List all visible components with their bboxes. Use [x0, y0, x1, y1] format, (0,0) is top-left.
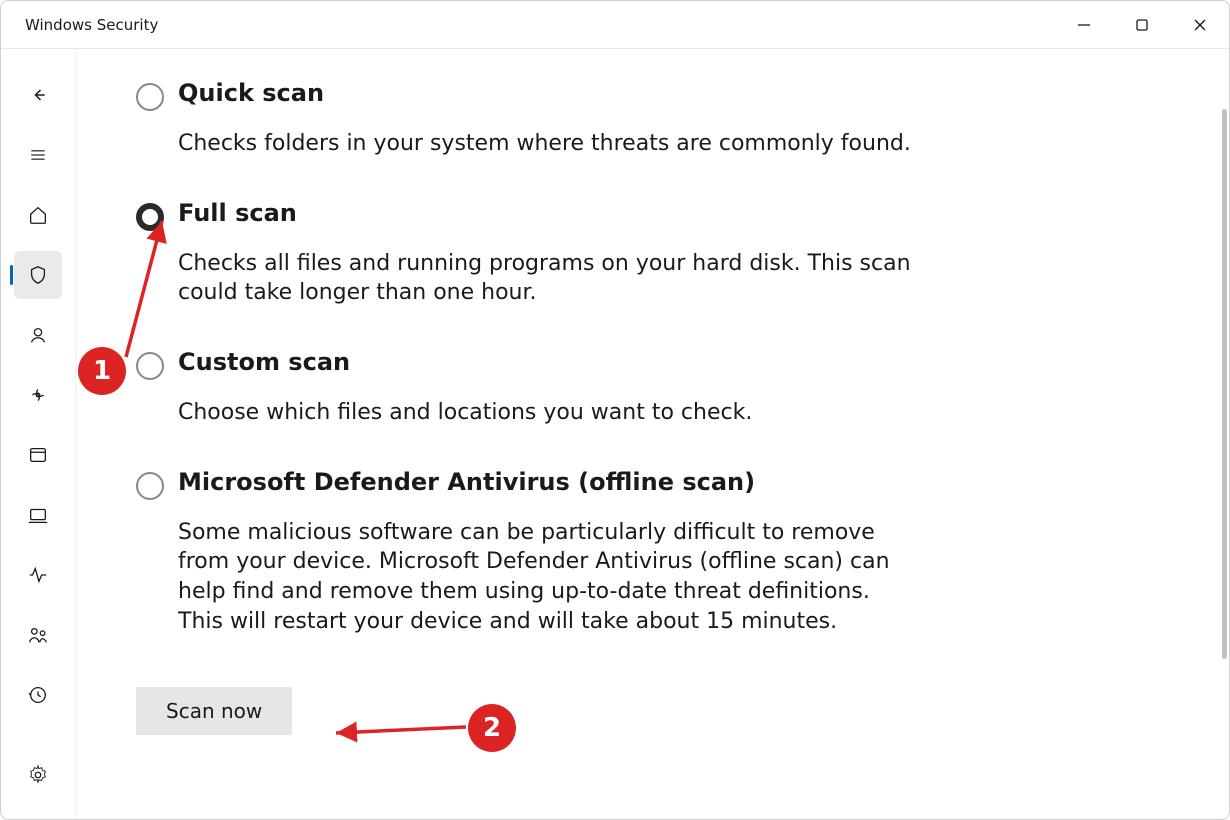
radio-quick-scan[interactable] [136, 83, 164, 111]
close-button[interactable] [1171, 1, 1229, 48]
option-full-scan[interactable]: Full scan Checks all files and running p… [136, 199, 916, 308]
offline-scan-desc: Some malicious software can be particula… [178, 518, 916, 637]
minimize-button[interactable] [1055, 1, 1113, 48]
app-browser-icon[interactable] [14, 431, 62, 479]
custom-scan-title: Custom scan [178, 348, 916, 376]
option-offline-scan[interactable]: Microsoft Defender Antivirus (offline sc… [136, 468, 916, 637]
maximize-button[interactable] [1113, 1, 1171, 48]
home-icon[interactable] [14, 191, 62, 239]
annotation-arrow-2 [326, 715, 476, 745]
family-icon[interactable] [14, 611, 62, 659]
quick-scan-desc: Checks folders in your system where thre… [178, 129, 916, 159]
scan-now-button[interactable]: Scan now [136, 687, 292, 735]
annotation-arrow-1 [116, 209, 176, 369]
performance-icon[interactable] [14, 551, 62, 599]
offline-scan-title: Microsoft Defender Antivirus (offline sc… [178, 468, 916, 496]
full-scan-title: Full scan [178, 199, 916, 227]
option-quick-scan[interactable]: Quick scan Checks folders in your system… [136, 79, 916, 159]
annotation-marker-1: 1 [78, 347, 126, 395]
content-area: Quick scan Checks folders in your system… [75, 49, 1229, 819]
annotation-marker-2: 2 [468, 704, 516, 752]
menu-button[interactable] [14, 131, 62, 179]
scrollbar[interactable] [1222, 109, 1227, 659]
firewall-icon[interactable] [14, 371, 62, 419]
full-scan-desc: Checks all files and running programs on… [178, 249, 916, 308]
titlebar: Windows Security [1, 1, 1229, 49]
shield-icon[interactable] [14, 251, 62, 299]
account-icon[interactable] [14, 311, 62, 359]
custom-scan-desc: Choose which files and locations you wan… [178, 398, 916, 428]
radio-offline-scan[interactable] [136, 472, 164, 500]
quick-scan-title: Quick scan [178, 79, 916, 107]
back-button[interactable] [14, 71, 62, 119]
window-controls [1055, 1, 1229, 48]
history-icon[interactable] [14, 671, 62, 719]
option-custom-scan[interactable]: Custom scan Choose which files and locat… [136, 348, 916, 428]
window-title: Windows Security [25, 16, 158, 34]
sidebar [1, 49, 75, 819]
device-security-icon[interactable] [14, 491, 62, 539]
settings-icon[interactable] [14, 751, 62, 799]
